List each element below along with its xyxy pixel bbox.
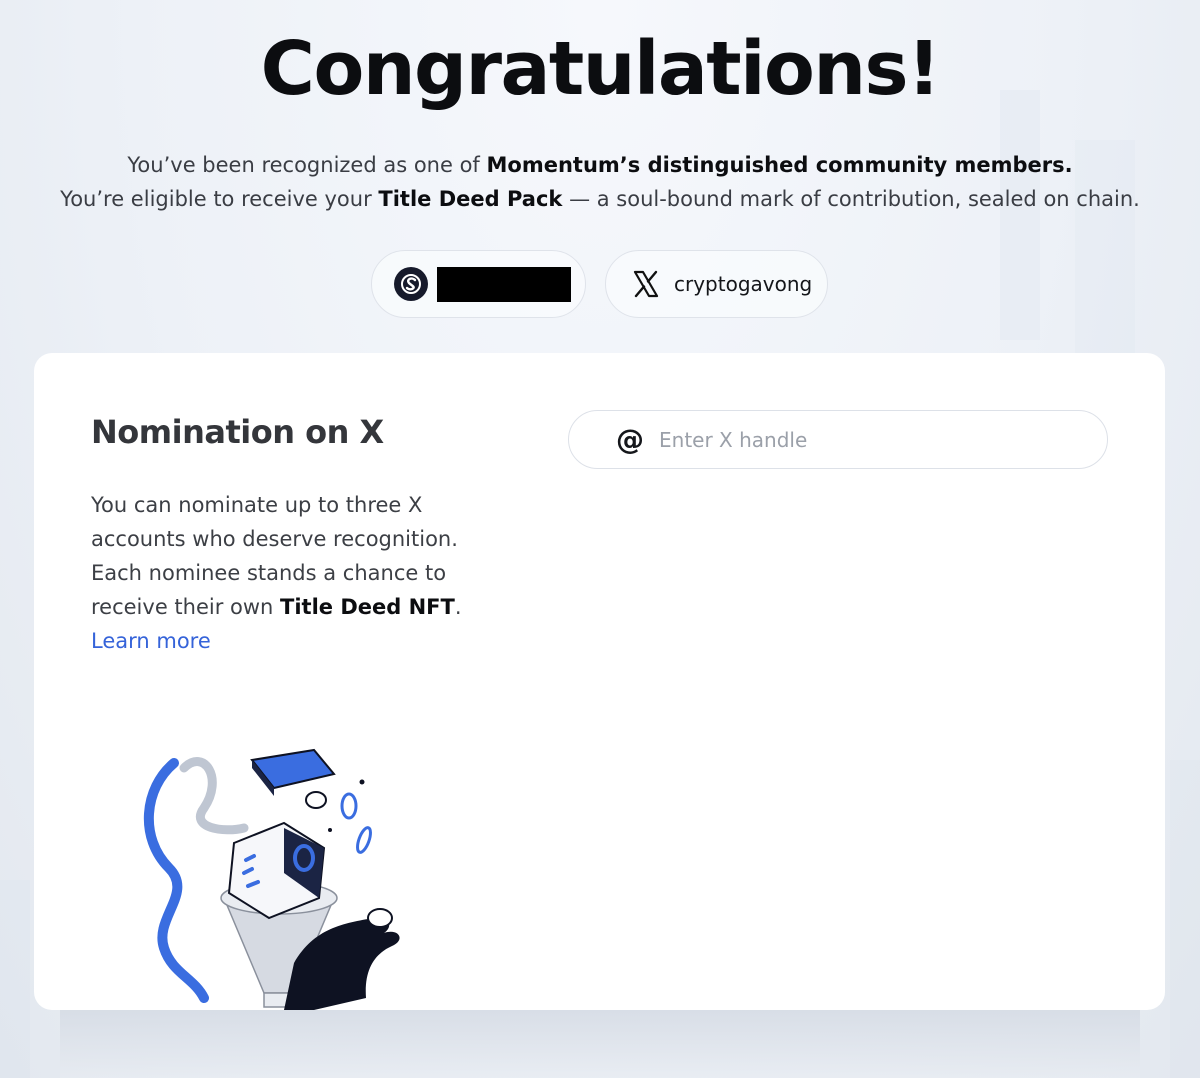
- redacted-wallet-address: [437, 266, 571, 302]
- x-handle-label: cryptogavong: [674, 272, 813, 296]
- learn-more-link[interactable]: Learn more: [91, 629, 211, 653]
- nomination-card: Nomination on X You can nominate up to t…: [34, 353, 1165, 1010]
- gift-box-illustration: [144, 748, 400, 1010]
- recognition-line-2: You’re eligible to receive your Title De…: [0, 182, 1200, 216]
- line-2-bold: Title Deed Pack: [378, 187, 563, 211]
- nomination-desc-2: Each nominee stands a chance to receive …: [91, 556, 481, 624]
- page-title: Congratulations!: [260, 26, 941, 112]
- nomination-desc-1: You can nominate up to three X accounts …: [91, 493, 458, 551]
- wallet-account-pill[interactable]: [371, 250, 586, 318]
- at-sign-icon: @: [616, 423, 644, 456]
- x-logo-icon: [633, 270, 659, 298]
- x-handle-input-wrapper[interactable]: @: [568, 410, 1108, 469]
- wallet-logo-icon: [394, 267, 428, 301]
- desc-2-suffix: .: [454, 595, 462, 619]
- x-handle-input[interactable]: [659, 427, 1079, 452]
- desc-2-bold: Title Deed NFT: [280, 595, 455, 619]
- recognition-line-1: You’ve been recognized as one of Momentu…: [0, 148, 1200, 182]
- nomination-description: You can nominate up to three X accounts …: [91, 488, 481, 658]
- line-1-text: You’ve been recognized as one of: [127, 153, 487, 177]
- line-2-text: You’re eligible to receive your: [60, 187, 379, 211]
- recognition-message: You’ve been recognized as one of Momentu…: [0, 148, 1200, 216]
- nomination-heading: Nomination on X: [91, 413, 384, 451]
- x-account-pill[interactable]: cryptogavong: [605, 250, 828, 318]
- line-2-suffix: — a soul-bound mark of contribution, sea…: [562, 187, 1140, 211]
- line-1-bold: Momentum’s distinguished community membe…: [486, 153, 1073, 177]
- background-haze: [60, 1010, 1140, 1078]
